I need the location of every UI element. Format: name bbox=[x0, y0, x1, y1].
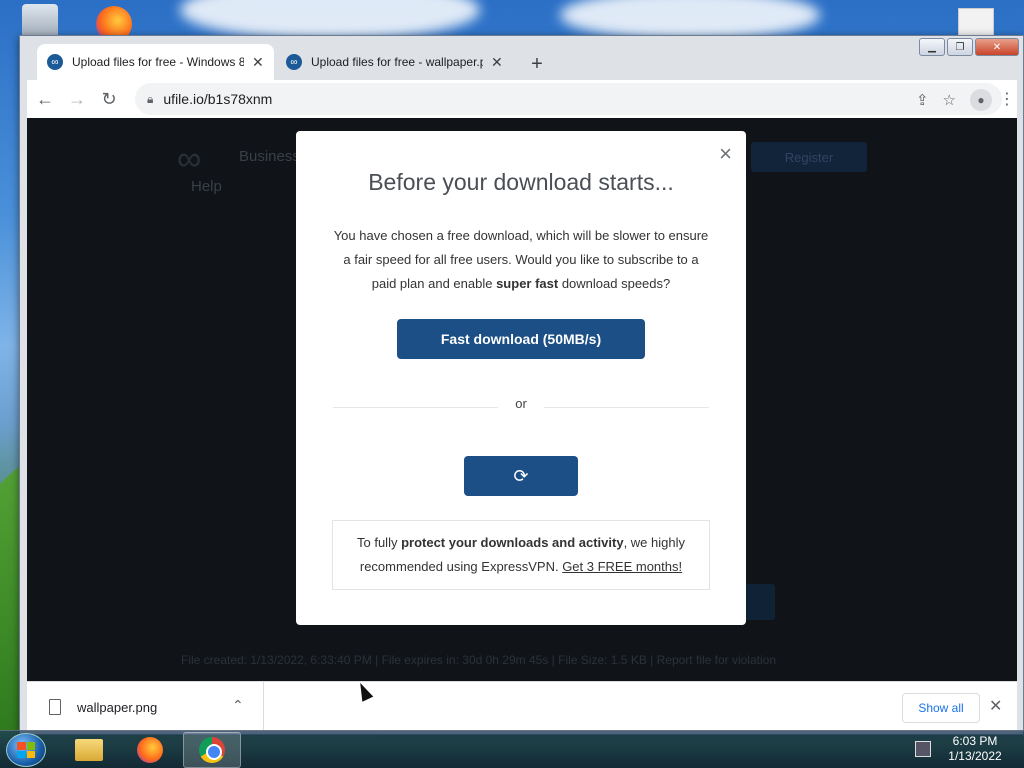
taskbar-chrome[interactable] bbox=[183, 732, 241, 768]
modal-close-icon[interactable]: × bbox=[719, 143, 732, 165]
tab-inactive[interactable]: ∞ Upload files for free - wallpaper.p ✕ bbox=[276, 44, 516, 80]
show-all-button[interactable]: Show all bbox=[902, 693, 980, 723]
tab-close-icon[interactable]: ✕ bbox=[491, 54, 503, 71]
download-item[interactable]: wallpaper.png ⌃ bbox=[27, 682, 264, 732]
modal-description-emphasis: super fast bbox=[496, 276, 559, 291]
divider-line bbox=[544, 407, 709, 408]
business-link[interactable]: Business bbox=[239, 148, 300, 165]
forward-arrow-icon[interactable]: → bbox=[63, 85, 91, 113]
file-icon bbox=[49, 699, 61, 715]
new-tab-icon[interactable]: + bbox=[525, 52, 549, 76]
ufile-favicon-icon: ∞ bbox=[286, 54, 302, 70]
profile-avatar-icon[interactable]: ● bbox=[970, 89, 992, 111]
wallpaper-cloud bbox=[180, 0, 480, 40]
system-clock[interactable]: 6:03 PM 1/13/2022 bbox=[940, 734, 1010, 764]
back-arrow-icon[interactable]: ← bbox=[31, 85, 59, 113]
ufile-logo-icon: ∞ bbox=[177, 140, 202, 178]
tab-title: Upload files for free - Windows 8 bbox=[72, 55, 244, 69]
address-bar[interactable]: 🔒︎ ufile.io/b1s78xnm ⇪ ☆ ● bbox=[135, 83, 1002, 115]
clock-time: 6:03 PM bbox=[952, 734, 998, 748]
clock-date: 1/13/2022 bbox=[948, 749, 1002, 763]
download-filename: wallpaper.png bbox=[77, 699, 158, 715]
ufile-favicon-icon: ∞ bbox=[47, 54, 63, 70]
free-download-button[interactable]: ⟳ bbox=[464, 456, 578, 496]
taskbar-firefox[interactable] bbox=[121, 732, 179, 768]
modal-title: Before your download starts... bbox=[368, 169, 674, 195]
modal-description: You have chosen a free download, which w… bbox=[330, 224, 712, 296]
download-bar-close-icon[interactable]: ✕ bbox=[989, 696, 1002, 716]
reload-icon[interactable]: ↻ bbox=[95, 85, 123, 113]
vpn-text-emphasis: protect your downloads and activity bbox=[401, 535, 624, 550]
start-button[interactable] bbox=[6, 733, 46, 767]
tab-close-icon[interactable]: ✕ bbox=[252, 54, 264, 71]
refresh-spinner-icon: ⟳ bbox=[513, 465, 529, 486]
window-close-icon[interactable]: ✕ bbox=[975, 38, 1019, 56]
fast-download-button[interactable]: Fast download (50MB/s) bbox=[397, 319, 645, 359]
download-bar: wallpaper.png ⌃ Show all ✕ bbox=[27, 681, 1017, 732]
download-modal: × Before your download starts... You hav… bbox=[296, 131, 746, 625]
or-text: or bbox=[515, 396, 527, 411]
bookmark-star-icon[interactable]: ☆ bbox=[943, 91, 956, 109]
tab-title: Upload files for free - wallpaper.p bbox=[311, 55, 483, 69]
taskbar-explorer[interactable] bbox=[60, 732, 118, 768]
taskbar: 6:03 PM 1/13/2022 bbox=[0, 730, 1024, 768]
modal-description-part: download speeds? bbox=[558, 276, 671, 291]
chevron-up-icon[interactable]: ⌃ bbox=[232, 697, 244, 714]
vpn-offer-link[interactable]: Get 3 FREE months! bbox=[562, 559, 682, 574]
file-info-footer: File created: 1/13/2022, 6:33:40 PM | Fi… bbox=[181, 653, 776, 667]
minimize-icon[interactable]: ▁ bbox=[919, 38, 945, 56]
vpn-text-part: To fully bbox=[357, 535, 402, 550]
chrome-icon bbox=[199, 737, 225, 763]
firefox-icon bbox=[137, 737, 163, 763]
maximize-icon[interactable]: ❐ bbox=[947, 38, 973, 56]
folder-icon bbox=[75, 739, 103, 761]
browser-toolbar: ← → ↻ 🔒︎ ufile.io/b1s78xnm ⇪ ☆ ● ⋮ bbox=[27, 80, 1017, 118]
or-divider: or bbox=[333, 396, 709, 412]
menu-dots-icon[interactable]: ⋮ bbox=[999, 89, 1015, 109]
lock-icon[interactable]: 🔒︎ bbox=[147, 92, 153, 107]
window-controls: ▁ ❐ ✕ bbox=[919, 38, 1019, 56]
help-link[interactable]: Help bbox=[191, 178, 222, 195]
network-tray-icon[interactable] bbox=[915, 741, 931, 757]
share-icon[interactable]: ⇪ bbox=[916, 91, 929, 109]
wallpaper-cloud bbox=[560, 0, 820, 40]
tab-active[interactable]: ∞ Upload files for free - Windows 8 ✕ bbox=[37, 44, 274, 80]
register-button[interactable]: Register bbox=[751, 142, 867, 172]
vpn-notice: To fully protect your downloads and acti… bbox=[332, 520, 710, 590]
tab-strip: ∞ Upload files for free - Windows 8 ✕ ∞ … bbox=[20, 36, 1023, 80]
address-text: ufile.io/b1s78xnm bbox=[163, 91, 273, 107]
address-bar-actions: ⇪ ☆ ● bbox=[916, 89, 992, 111]
windows-logo-icon bbox=[17, 742, 35, 758]
